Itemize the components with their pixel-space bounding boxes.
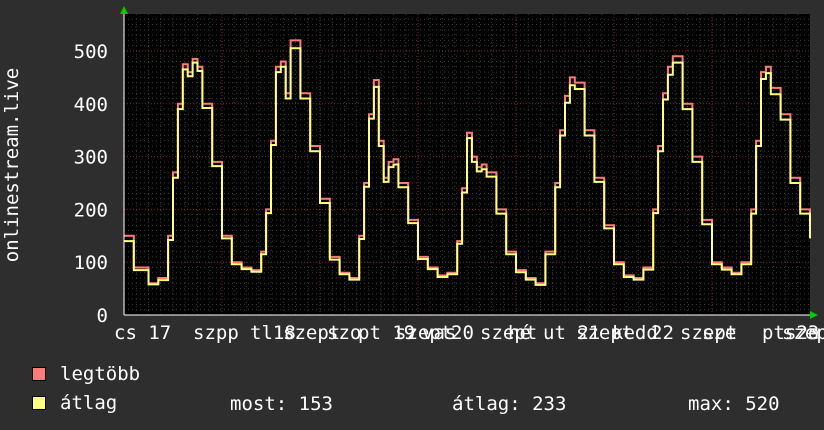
y-tick-label: 200 [74,199,108,221]
x-axis: cs 17 szpp tl18szeptszopt 19szeptvas20 szep… [114,322,824,344]
y-tick-label: 300 [74,147,108,169]
x-tick-label: cs 17 [114,322,171,344]
chart: 0100200300400500 cs 17 szpp tl18szeptszopt… [1,6,824,344]
legend-item-max: legtöbb [32,364,140,384]
x-tick-label: sze [702,322,736,344]
stat-average: átlag: 233 [452,393,567,415]
x-tick-label: szo [327,322,361,344]
stat-max: max: 520 [688,393,780,415]
x-tick-label: sze [785,322,819,344]
y-tick-label: 500 [74,41,108,63]
legend-swatch-avg [32,396,46,410]
legend-label-max: legtöbb [60,363,141,385]
x-tick-label: hé [508,322,531,344]
stat-now: most: 153 [230,393,333,415]
x-tick-label: 22 [651,322,674,344]
x-axis-arrow-icon [810,311,818,319]
y-tick-label: 100 [74,252,108,274]
y-axis-arrow-icon [120,6,128,14]
y-tick-label: 400 [74,94,108,116]
x-tick-label: szpp [193,322,239,344]
y-axis-label: onlinestream.live [1,68,23,262]
legend-label-avg: átlag [60,392,118,414]
x-tick-label: 20 [451,322,474,344]
y-tick-label: 0 [97,305,108,327]
legend-swatch-max [32,367,46,381]
y-axis: 0 100 200 300 400 500 [74,41,108,327]
legend-item-avg: átlag [32,393,117,413]
